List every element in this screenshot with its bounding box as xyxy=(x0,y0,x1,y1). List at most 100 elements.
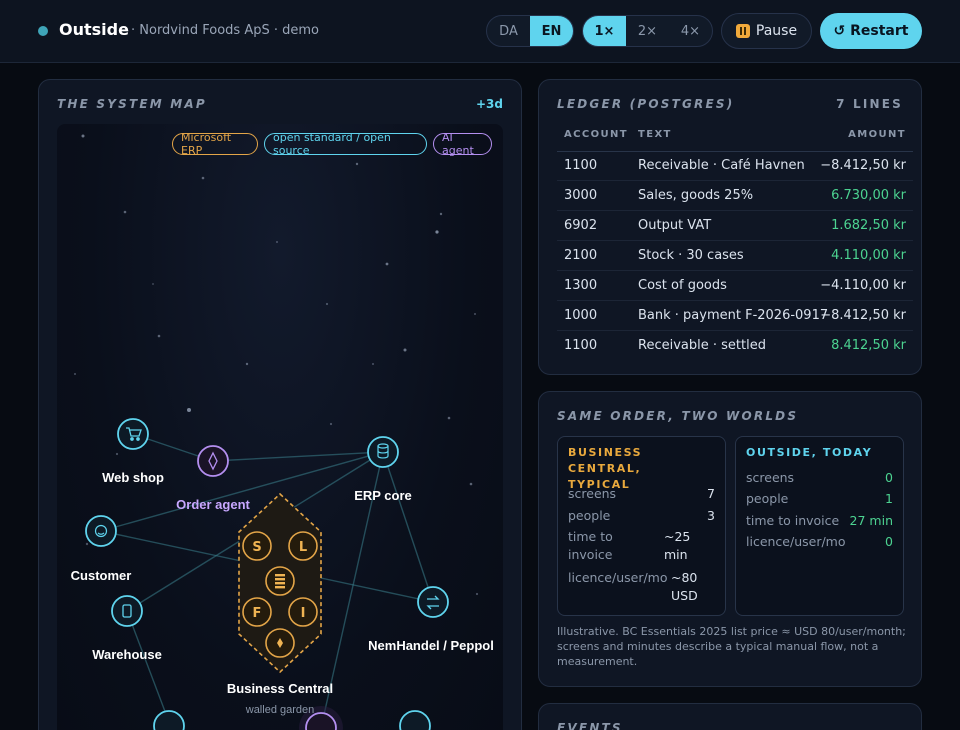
events-panel: EVENTS xyxy=(538,703,922,730)
pause-label: Pause xyxy=(755,23,798,39)
lang-da-button[interactable]: DA xyxy=(487,16,530,46)
language-switch: DA EN xyxy=(486,15,574,47)
events-title: EVENTS xyxy=(557,721,623,730)
ledger-title: LEDGER (POSTGRES) xyxy=(557,97,735,111)
lang-en-button[interactable]: EN xyxy=(530,16,573,46)
company-subtitle: · Nordvind Foods ApS · demo xyxy=(131,23,319,38)
column-header-amount: AMOUNT xyxy=(848,129,906,140)
business-central-hexagon[interactable]: S L F I xyxy=(238,492,322,674)
cell-account: 1300 xyxy=(564,278,598,293)
node-bottom-left[interactable] xyxy=(153,710,185,730)
cell-account: 1100 xyxy=(564,158,598,173)
cell-text: Cost of goods xyxy=(638,278,727,293)
cell-amount: −8.412,50 kr xyxy=(820,158,906,173)
top-bar: Outside · Nordvind Foods ApS · demo DA E… xyxy=(0,0,960,63)
node-customer[interactable] xyxy=(85,515,117,547)
cell-amount: −4.110,00 kr xyxy=(820,278,906,293)
bc-time-value: ~25 min xyxy=(664,528,690,564)
outside-licence-value: 0 xyxy=(885,534,893,549)
node-nemhandel[interactable] xyxy=(417,586,449,618)
bc-time-label: time to invoice xyxy=(568,528,613,564)
business-central-card: BUSINESS CENTRAL, TYPICAL screens 7 peop… xyxy=(557,436,726,616)
ledger-table-header: ACCOUNT TEXT AMOUNT xyxy=(557,124,913,152)
cell-text: Bank · payment F-2026-0917 xyxy=(638,308,829,323)
speed-2x-button[interactable]: 2× xyxy=(626,16,669,46)
bc-licence-value-line-1: ~80 xyxy=(671,570,698,585)
column-header-account: ACCOUNT xyxy=(564,129,629,140)
bc-screens-label: screens xyxy=(568,486,617,501)
bc-heading-line-1: BUSINESS CENTRAL, xyxy=(568,446,643,475)
cell-amount: 4.110,00 kr xyxy=(831,248,906,263)
outside-screens-label: screens xyxy=(746,470,795,485)
bc-people-label: people xyxy=(568,508,611,523)
table-row: 1100 Receivable · settled 8.412,50 kr xyxy=(557,331,913,361)
table-row: 1300 Cost of goods −4.110,00 kr xyxy=(557,271,913,301)
time-offset-badge: +3d xyxy=(476,97,503,111)
speed-switch: 1× 2× 4× xyxy=(582,15,713,47)
node-sublabel-business-central: walled garden xyxy=(245,704,315,716)
hex-letter-f: F xyxy=(253,606,262,621)
comparison-title: SAME ORDER, TWO WORLDS xyxy=(557,409,799,423)
legend-open-standard: open standard / open source xyxy=(264,131,427,157)
ledger-panel: LEDGER (POSTGRES) 7 LINES ACCOUNT TEXT A… xyxy=(538,79,922,375)
node-order-agent[interactable] xyxy=(197,445,229,477)
hex-letter-i: I xyxy=(301,606,306,621)
system-map-graph: S L F I Web shop Order agent ERP core Cu… xyxy=(71,134,494,730)
outside-card: OUTSIDE, TODAY screens 0 people 1 time t… xyxy=(735,436,904,616)
bc-time-value-line-1: ~25 xyxy=(664,529,691,544)
cell-amount: −8.412,50 kr xyxy=(820,308,906,323)
table-row: 6902 Output VAT 1.682,50 kr xyxy=(557,211,913,241)
cell-text: Receivable · settled xyxy=(638,338,766,353)
cell-amount: 8.412,50 kr xyxy=(831,338,906,353)
table-row: 1100 Receivable · Café Havnen −8.412,50 … xyxy=(557,151,913,181)
node-bottom-right[interactable] xyxy=(399,710,431,730)
bc-time-label-line-2: invoice xyxy=(568,547,613,562)
node-label-order-agent: Order agent xyxy=(176,497,250,512)
outside-card-heading: OUTSIDE, TODAY xyxy=(746,446,873,459)
node-label-webshop: Web shop xyxy=(102,470,164,485)
hex-letter-l: L xyxy=(299,540,307,555)
bc-licence-value: ~80 USD xyxy=(671,569,698,605)
cell-account: 2100 xyxy=(564,248,598,263)
node-webshop[interactable] xyxy=(117,418,149,450)
cell-account: 3000 xyxy=(564,188,598,203)
bc-people-value: 3 xyxy=(707,508,715,523)
node-warehouse[interactable] xyxy=(111,595,143,627)
cell-account: 1000 xyxy=(564,308,598,323)
hex-letter-s: S xyxy=(252,540,261,555)
cell-account: 1100 xyxy=(564,338,598,353)
outside-people-value: 1 xyxy=(885,491,893,506)
speed-1x-button[interactable]: 1× xyxy=(583,16,626,46)
ledger-line-count: 7 LINES xyxy=(836,97,903,111)
cell-account: 6902 xyxy=(564,218,598,233)
bc-time-value-line-2: min xyxy=(664,547,688,562)
node-label-erp-core: ERP core xyxy=(354,488,412,503)
node-label-business-central: Business Central xyxy=(227,681,333,696)
cell-text: Sales, goods 25% xyxy=(638,188,754,203)
outside-time-value: 27 min xyxy=(849,513,893,528)
cell-text: Output VAT xyxy=(638,218,712,233)
outside-time-label: time to invoice xyxy=(746,513,840,528)
pause-button[interactable]: Pause xyxy=(721,13,812,49)
cell-amount: 1.682,50 kr xyxy=(831,218,906,233)
restart-button[interactable]: ↺ Restart xyxy=(820,13,922,49)
bc-screens-value: 7 xyxy=(707,486,715,501)
pause-icon xyxy=(735,24,750,38)
speed-4x-button[interactable]: 4× xyxy=(669,16,712,46)
node-erp-core[interactable] xyxy=(367,436,399,468)
outside-screens-value: 0 xyxy=(885,470,893,485)
system-map-title: THE SYSTEM MAP xyxy=(57,97,207,111)
bc-licence-label: licence/user/mo xyxy=(568,570,668,585)
outside-people-label: people xyxy=(746,491,789,506)
system-map-canvas[interactable]: S L F I Web shop Order agent ERP core Cu… xyxy=(57,124,503,730)
system-map-panel: THE SYSTEM MAP +3d S L F I Web shop Orde… xyxy=(38,79,522,730)
status-dot xyxy=(38,26,48,36)
bc-licence-value-line-2: USD xyxy=(671,588,698,603)
restart-label: ↺ Restart xyxy=(833,23,909,39)
table-row: 3000 Sales, goods 25% 6.730,00 kr xyxy=(557,181,913,211)
cell-text: Receivable · Café Havnen xyxy=(638,158,805,173)
node-label-warehouse: Warehouse xyxy=(92,647,162,662)
node-label-nemhandel: NemHandel / Peppol xyxy=(368,638,494,653)
column-header-text: TEXT xyxy=(638,129,672,140)
bc-time-label-line-1: time to xyxy=(568,529,613,544)
